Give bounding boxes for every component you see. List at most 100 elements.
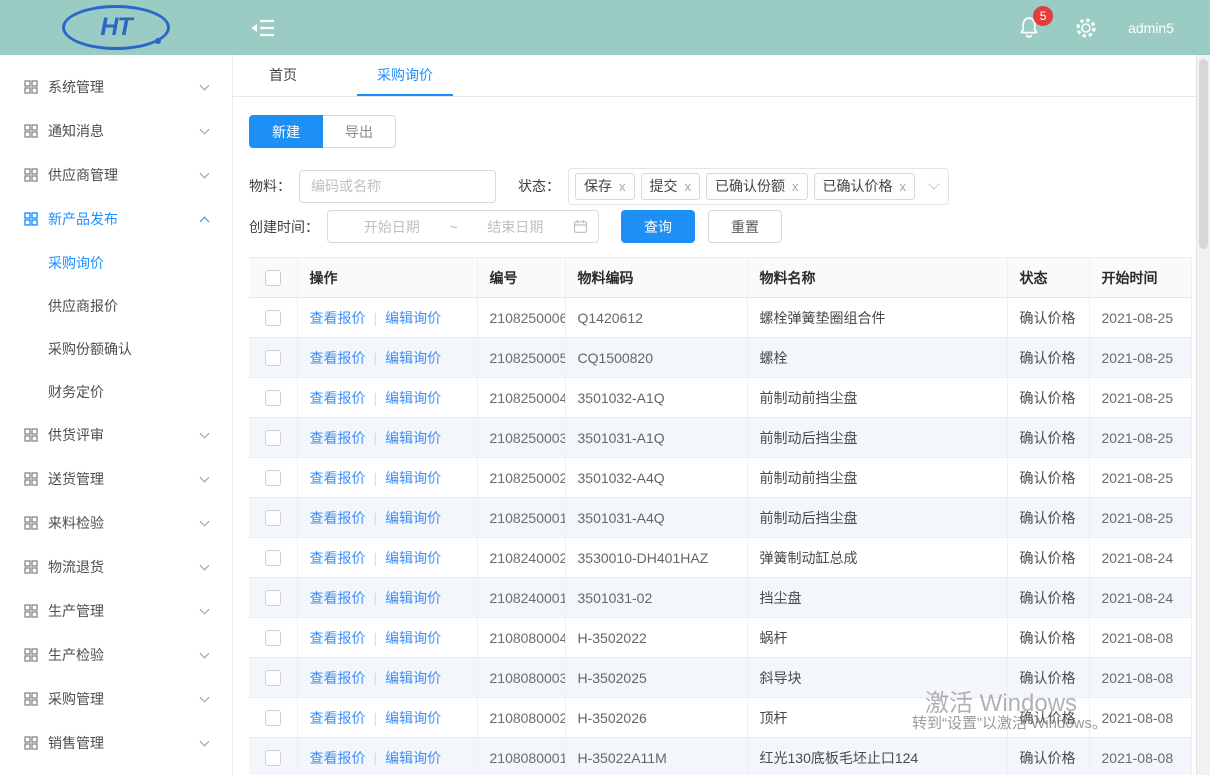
tag-close-icon[interactable]: x (900, 180, 907, 193)
view-quote-link[interactable]: 查看报价 (310, 310, 366, 326)
menu-fold-icon[interactable] (250, 17, 276, 39)
date-range-picker[interactable]: 开始日期 ~ 结束日期 (327, 210, 599, 243)
view-quote-link[interactable]: 查看报价 (310, 590, 366, 606)
settings-gear-icon[interactable] (1074, 16, 1098, 40)
sidebar-subitem-label: 财务定价 (48, 382, 104, 402)
edit-inquiry-link[interactable]: 编辑询价 (385, 670, 441, 686)
sidebar-subitem[interactable]: 采购询价 (0, 241, 232, 284)
sidebar-item[interactable]: 新产品发布 (0, 197, 232, 241)
row-checkbox[interactable] (265, 350, 281, 366)
sidebar-item[interactable]: 供应商管理 (0, 153, 232, 197)
content-area: 新建 导出 物料： 状态： 保存x提交x已确认份额x已确认价格x 创建时间： 开… (233, 97, 1210, 775)
grid-icon (24, 168, 38, 182)
row-checkbox[interactable] (265, 430, 281, 446)
sidebar-item[interactable]: 系统管理 (0, 65, 232, 109)
sidebar-item-label: 供货评审 (48, 425, 201, 445)
view-quote-link[interactable]: 查看报价 (310, 710, 366, 726)
table-row: 查看报价|编辑询价21082500013501031-A4Q前制动后挡尘盘确认价… (249, 498, 1191, 538)
row-checkbox[interactable] (265, 670, 281, 686)
row-checkbox-cell (249, 298, 297, 338)
search-button[interactable]: 查询 (621, 210, 695, 243)
status-multiselect[interactable]: 保存x提交x已确认份额x已确认价格x (568, 168, 949, 205)
view-quote-link[interactable]: 查看报价 (310, 470, 366, 486)
view-quote-link[interactable]: 查看报价 (310, 430, 366, 446)
edit-inquiry-link[interactable]: 编辑询价 (385, 630, 441, 646)
scrollbar-thumb[interactable] (1199, 59, 1208, 249)
vertical-scrollbar[interactable] (1196, 55, 1210, 775)
notification-bell-icon[interactable]: 5 (1018, 16, 1040, 40)
edit-inquiry-link[interactable]: 编辑询价 (385, 470, 441, 486)
table-row: 查看报价|编辑询价2108080002H-3502026顶杆确认价格2021-0… (249, 698, 1191, 738)
sidebar-item[interactable]: 通知消息 (0, 109, 232, 153)
edit-inquiry-link[interactable]: 编辑询价 (385, 430, 441, 446)
sidebar-item[interactable]: 送货管理 (0, 457, 232, 501)
edit-inquiry-link[interactable]: 编辑询价 (385, 310, 441, 326)
row-checkbox[interactable] (265, 470, 281, 486)
tag-close-icon[interactable]: x (685, 180, 692, 193)
row-checkbox[interactable] (265, 750, 281, 766)
sidebar-subitem[interactable]: 财务定价 (0, 370, 232, 413)
row-checkbox[interactable] (265, 590, 281, 606)
material-name-cell: 前制动后挡尘盘 (747, 498, 1007, 538)
edit-inquiry-link[interactable]: 编辑询价 (385, 350, 441, 366)
row-checkbox[interactable] (265, 510, 281, 526)
edit-inquiry-link[interactable]: 编辑询价 (385, 390, 441, 406)
tag-close-icon[interactable]: x (619, 180, 626, 193)
sidebar-item[interactable]: 来料检验 (0, 501, 232, 545)
sidebar-item[interactable]: 生产检验 (0, 633, 232, 677)
sidebar-subitem[interactable]: 供应商报价 (0, 284, 232, 327)
inquiry-number-cell: 2108080002 (477, 698, 565, 738)
edit-inquiry-link[interactable]: 编辑询价 (385, 590, 441, 606)
start-date-cell: 2021-08-25 (1089, 338, 1191, 378)
material-input[interactable] (299, 170, 496, 203)
edit-inquiry-link[interactable]: 编辑询价 (385, 550, 441, 566)
row-checkbox[interactable] (265, 310, 281, 326)
sidebar-item[interactable]: 物流退货 (0, 545, 232, 589)
row-checkbox[interactable] (265, 550, 281, 566)
view-quote-link[interactable]: 查看报价 (310, 670, 366, 686)
sidebar-item[interactable]: 生产管理 (0, 589, 232, 633)
status-tag-label: 提交 (650, 176, 678, 196)
sidebar-item[interactable]: 销售管理 (0, 721, 232, 765)
material-code-cell: 3501032-A4Q (565, 458, 747, 498)
export-button[interactable]: 导出 (323, 115, 396, 148)
select-all-checkbox[interactable] (265, 270, 281, 286)
row-checkbox-cell (249, 658, 297, 698)
edit-inquiry-link[interactable]: 编辑询价 (385, 510, 441, 526)
row-checkbox[interactable] (265, 630, 281, 646)
status-cell: 确认价格 (1007, 458, 1089, 498)
reset-button[interactable]: 重置 (708, 210, 782, 243)
column-header: 编号 (477, 258, 565, 298)
edit-inquiry-link[interactable]: 编辑询价 (385, 750, 441, 766)
table-row: 查看报价|编辑询价2108080003H-3502025斜导块确认价格2021-… (249, 658, 1191, 698)
view-quote-link[interactable]: 查看报价 (310, 350, 366, 366)
view-quote-link[interactable]: 查看报价 (310, 630, 366, 646)
sidebar-item[interactable]: 采购管理 (0, 677, 232, 721)
row-checkbox-cell (249, 378, 297, 418)
material-name-cell: 前制动前挡尘盘 (747, 378, 1007, 418)
view-quote-link[interactable]: 查看报价 (310, 510, 366, 526)
logo-text: HT (100, 13, 131, 42)
table-row: 查看报价|编辑询价21082400023530010-DH401HAZ弹簧制动缸… (249, 538, 1191, 578)
start-date-cell: 2021-08-08 (1089, 618, 1191, 658)
grid-icon (24, 692, 38, 706)
tab-item[interactable]: 首页 (249, 55, 317, 96)
sidebar-subitem[interactable]: 采购份额确认 (0, 327, 232, 370)
row-checkbox-cell (249, 498, 297, 538)
user-menu[interactable]: admin5 (1128, 20, 1174, 36)
row-checkbox-cell (249, 458, 297, 498)
view-quote-link[interactable]: 查看报价 (310, 750, 366, 766)
tag-close-icon[interactable]: x (792, 180, 799, 193)
tab-item[interactable]: 采购询价 (357, 55, 453, 96)
row-checkbox[interactable] (265, 390, 281, 406)
edit-inquiry-link[interactable]: 编辑询价 (385, 710, 441, 726)
view-quote-link[interactable]: 查看报价 (310, 390, 366, 406)
chevron-down-icon (200, 473, 210, 483)
material-code-cell: 3530010-DH401HAZ (565, 538, 747, 578)
chevron-down-icon[interactable] (928, 178, 939, 189)
new-button[interactable]: 新建 (249, 115, 323, 148)
sidebar-item[interactable]: 供货评审 (0, 413, 232, 457)
sidebar-item-label: 新产品发布 (48, 209, 201, 229)
row-checkbox[interactable] (265, 710, 281, 726)
view-quote-link[interactable]: 查看报价 (310, 550, 366, 566)
